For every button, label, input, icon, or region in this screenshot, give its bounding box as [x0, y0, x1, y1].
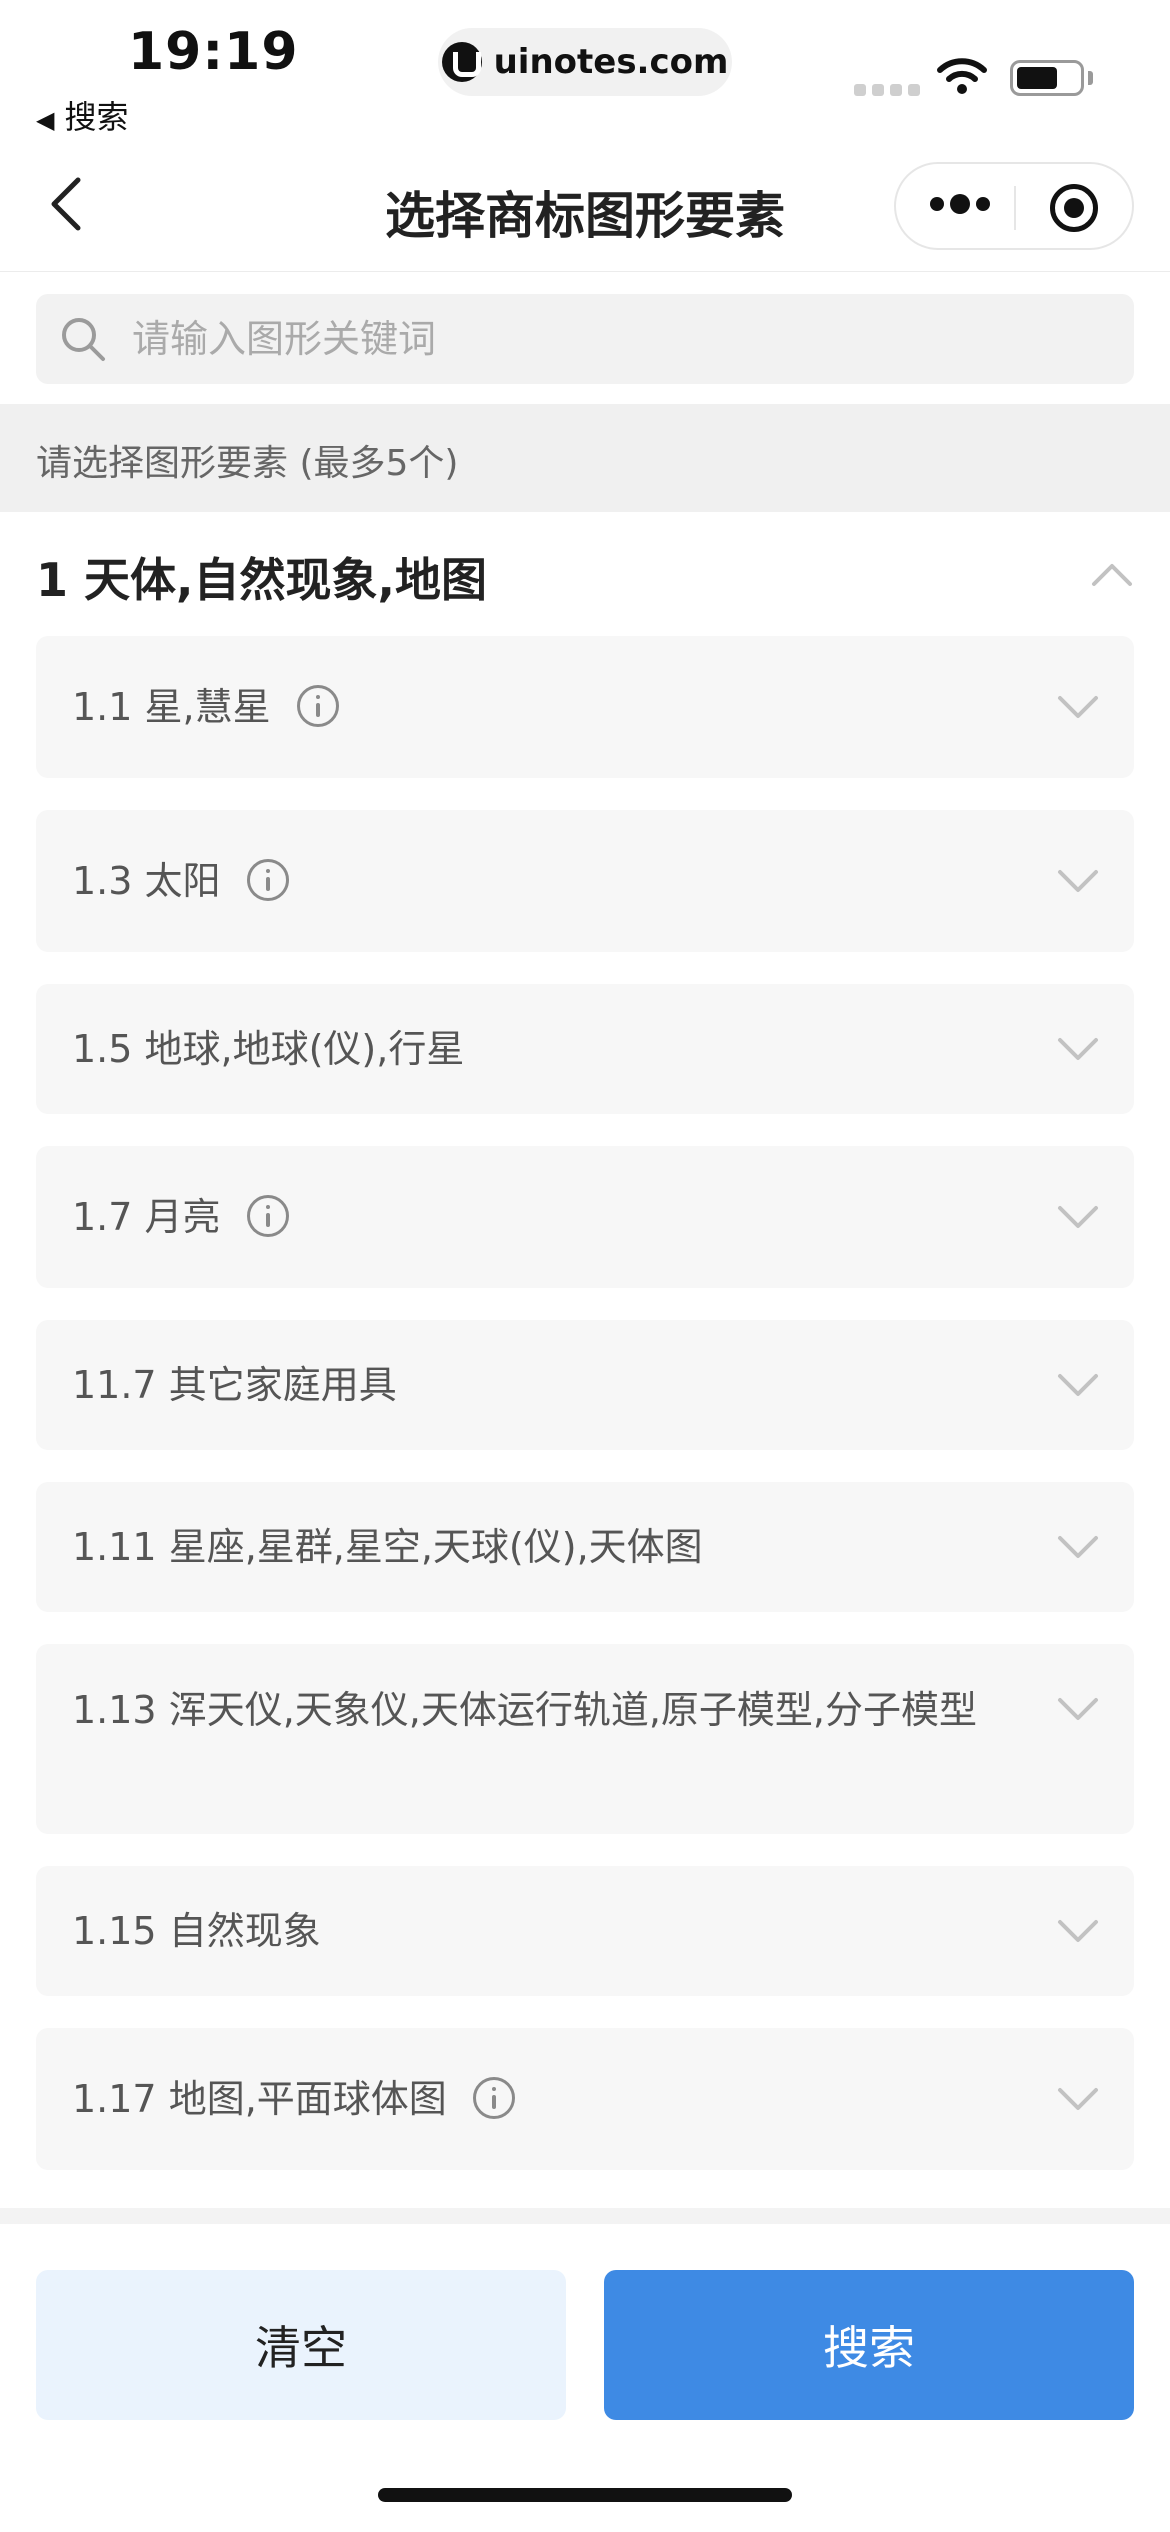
back-triangle-icon: ◀	[36, 106, 55, 134]
chevron-down-icon	[1058, 1698, 1098, 1720]
category-title: 1 天体,自然现象,地图	[36, 553, 487, 607]
home-indicator[interactable]	[378, 2488, 792, 2502]
back-app-label: 搜索	[64, 98, 129, 136]
item-label: 11.7 其它家庭用具	[72, 1363, 397, 1407]
chevron-down-icon	[1058, 1920, 1098, 1942]
item-label: 1.11 星座,星群,星空,天球(仪),天体图	[72, 1525, 703, 1569]
chevron-down-icon	[1058, 870, 1098, 892]
item-label: 1.5 地球,地球(仪),行星	[72, 1027, 465, 1071]
info-icon[interactable]	[296, 684, 339, 727]
info-icon[interactable]	[246, 858, 289, 901]
category-item[interactable]: 1.15 自然现象	[36, 1866, 1134, 1996]
site-logo-icon	[441, 42, 482, 82]
category-item[interactable]: 1.11 星座,星群,星空,天球(仪),天体图	[36, 1482, 1134, 1612]
search-button[interactable]: 搜索	[604, 2270, 1134, 2420]
info-icon[interactable]	[472, 2076, 515, 2119]
url-pill[interactable]: uinotes.com	[438, 28, 732, 96]
mini-program-capsule	[894, 162, 1134, 250]
status-bar: 19:19 ◀ 搜索 uinotes.com	[0, 0, 1170, 140]
category-item[interactable]: 11.7 其它家庭用具	[36, 1320, 1134, 1450]
chevron-up-icon	[1092, 564, 1132, 586]
selection-hint-band: 请选择图形要素 (最多5个)	[0, 404, 1170, 512]
item-label: 1.1 星,慧星	[72, 685, 271, 729]
item-label: 1.3 太阳	[72, 859, 221, 903]
clear-button[interactable]: 清空	[36, 2270, 566, 2420]
chevron-down-icon	[1058, 1374, 1098, 1396]
back-to-app-link[interactable]: ◀ 搜索	[36, 92, 128, 138]
search-box	[36, 294, 1134, 384]
item-label-wrap: 1.1 星,慧星	[72, 677, 1004, 737]
category-header[interactable]: 1 天体,自然现象,地图	[0, 530, 1170, 620]
item-label-wrap: 1.3 太阳	[72, 851, 1004, 911]
info-icon[interactable]	[246, 1194, 289, 1237]
capsule-divider	[1014, 186, 1016, 230]
url-text: uinotes.com	[493, 42, 729, 82]
search-input[interactable]	[132, 294, 1112, 384]
category-item[interactable]: 1.3 太阳	[36, 810, 1134, 952]
item-label-wrap: 1.7 月亮	[72, 1187, 1004, 1247]
chevron-down-icon	[1058, 696, 1098, 718]
selection-hint: 请选择图形要素 (最多5个)	[36, 443, 459, 484]
status-time: 19:19	[128, 22, 299, 82]
item-label: 1.13 浑天仪,天象仪,天体运行轨道,原子模型,分子模型	[72, 1688, 978, 1732]
item-label: 1.15 自然现象	[72, 1909, 321, 1953]
cellular-signal-icon	[854, 84, 920, 96]
search-icon	[62, 318, 105, 361]
item-label-wrap: 1.15 自然现象	[72, 1901, 1004, 1961]
category-item[interactable]: 1.5 地球,地球(仪),行星	[36, 984, 1134, 1114]
item-label-wrap: 1.5 地球,地球(仪),行星	[72, 1019, 1004, 1079]
item-label-wrap: 1.11 星座,星群,星空,天球(仪),天体图	[72, 1517, 1004, 1577]
category-item[interactable]: 1.1 星,慧星	[36, 636, 1134, 778]
category-item[interactable]: 1.17 地图,平面球体图	[36, 2028, 1134, 2170]
battery-icon	[1010, 60, 1084, 96]
item-label: 1.7 月亮	[72, 1195, 221, 1239]
item-label: 1.17 地图,平面球体图	[72, 2077, 447, 2121]
wifi-icon	[937, 58, 987, 94]
bottom-action-bar: 清空 搜索	[0, 2208, 1170, 2532]
chevron-down-icon	[1058, 1038, 1098, 1060]
close-target-icon[interactable]	[1050, 184, 1098, 232]
item-label-wrap: 11.7 其它家庭用具	[72, 1355, 1004, 1415]
category-item[interactable]: 1.7 月亮	[36, 1146, 1134, 1288]
page: 19:19 ◀ 搜索 uinotes.com 选择商标图形要素 请输入图形关键词…	[0, 0, 1170, 2532]
nav-bar: 选择商标图形要素	[0, 140, 1170, 272]
chevron-down-icon	[1058, 1536, 1098, 1558]
category-item[interactable]: 1.13 浑天仪,天象仪,天体运行轨道,原子模型,分子模型	[36, 1644, 1134, 1834]
chevron-down-icon	[1058, 1206, 1098, 1228]
item-label-wrap: 1.17 地图,平面球体图	[72, 2069, 1004, 2129]
chevron-down-icon	[1058, 2088, 1098, 2110]
battery-cap	[1088, 71, 1093, 85]
more-icon[interactable]	[930, 194, 990, 214]
item-label-wrap: 1.13 浑天仪,天象仪,天体运行轨道,原子模型,分子模型	[72, 1680, 1004, 1740]
